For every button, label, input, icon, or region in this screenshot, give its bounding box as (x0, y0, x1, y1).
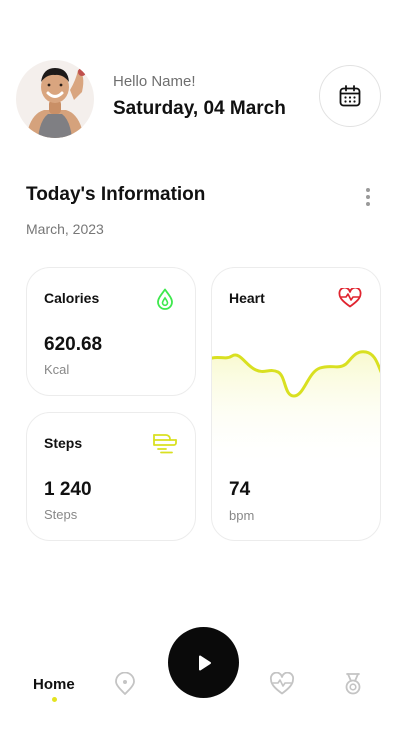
bottom-navigation: Home (0, 627, 408, 740)
avatar[interactable] (16, 60, 94, 138)
steps-title: Steps (44, 435, 83, 451)
play-icon (198, 655, 211, 670)
medal-icon[interactable] (341, 672, 365, 696)
more-dot-icon (366, 188, 370, 192)
wind-icon (152, 431, 178, 460)
heart-value: 74 (229, 479, 251, 500)
calories-title: Calories (44, 290, 100, 306)
heart-rate-chart (212, 350, 380, 468)
steps-card[interactable]: Steps 1 240 Steps (26, 412, 196, 541)
section-title: Today's Information (26, 184, 206, 205)
more-dot-icon (366, 195, 370, 199)
section-subtitle: March, 2023 (26, 221, 104, 237)
steps-value: 1 240 (44, 479, 92, 500)
heart-pulse-icon (338, 286, 362, 313)
water-drop-icon (155, 288, 175, 315)
heart-unit: bpm (229, 508, 255, 523)
heart-card[interactable]: Heart 74 bpm (211, 267, 381, 541)
heart-icon[interactable] (269, 671, 295, 696)
calories-value: 620.68 (44, 334, 103, 355)
calendar-button[interactable] (319, 65, 381, 127)
nav-home-tab[interactable]: Home (33, 676, 75, 693)
more-dot-icon (366, 202, 370, 206)
current-date: Saturday, 04 March (113, 98, 286, 119)
calories-unit: Kcal (44, 362, 70, 377)
more-options-button[interactable] (360, 186, 376, 208)
fitness-dashboard-screen: Hello Name! Saturday, 04 March Today's I… (0, 0, 408, 740)
calendar-icon (339, 85, 361, 107)
steps-unit: Steps (44, 507, 78, 522)
calories-card[interactable]: Calories 620.68 Kcal (26, 267, 196, 396)
avatar-image (16, 60, 94, 138)
play-button[interactable] (168, 627, 239, 698)
location-icon[interactable] (113, 671, 137, 696)
heart-title: Heart (229, 290, 265, 306)
active-indicator (52, 697, 57, 702)
greeting-text: Hello Name! (113, 73, 196, 90)
